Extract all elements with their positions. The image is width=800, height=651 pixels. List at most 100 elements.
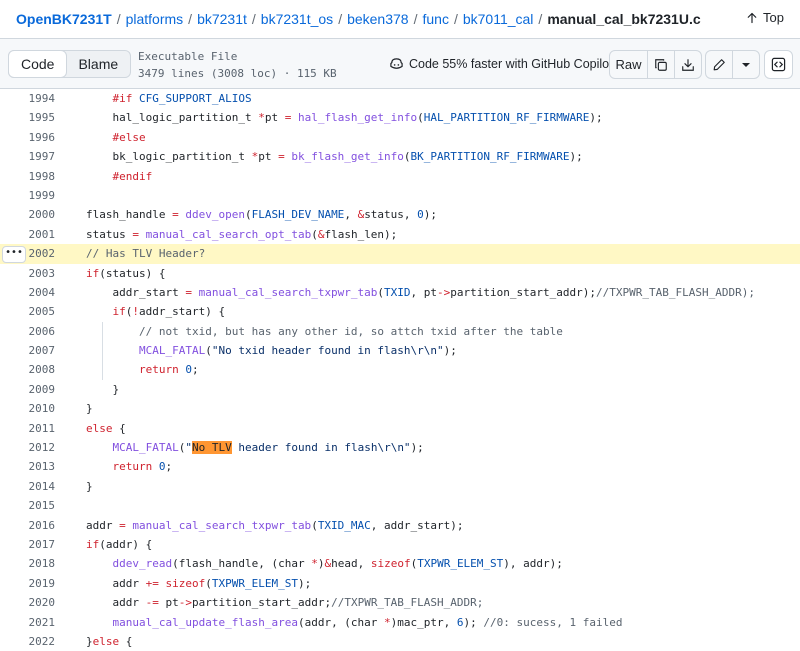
code-line[interactable]: 2006 // not txid, but has any other id, …	[0, 321, 800, 342]
code-text: MCAL_FATAL("No TLV header found in flash…	[112, 441, 424, 455]
breadcrumb-separator: /	[538, 11, 543, 27]
code-text: addr_start = manual_cal_search_txpwr_tab…	[33, 285, 755, 299]
code-text: addr = manual_cal_search_txpwr_tab(TXID_…	[33, 518, 464, 532]
code-view: 1994 #if CFG_SUPPORT_ALIOS 1995 hal_logic…	[0, 89, 800, 651]
code-line[interactable]: 2000 flash_handle = ddev_open(FLASH_DEV_…	[0, 205, 800, 224]
code-line[interactable]: 2019 addr += sizeof(TXPWR_ELEM_ST);	[0, 574, 800, 593]
code-line[interactable]: 1999	[0, 186, 800, 205]
code-line[interactable]: 2013 return 0;	[0, 457, 800, 476]
code-text: return 0;	[139, 363, 199, 377]
file-actions-group: Raw	[609, 50, 702, 79]
code-text: hal_logic_partition_t *pt = hal_flash_ge…	[33, 111, 603, 125]
breadcrumb-current-file: manual_cal_bk7231U.c	[547, 11, 701, 27]
code-text: if(status) {	[86, 266, 166, 280]
code-line[interactable]: 1995 hal_logic_partition_t *pt = hal_fla…	[0, 108, 800, 127]
file-info: Executable File 3479 lines (3008 loc) · …	[138, 48, 337, 82]
breadcrumb-separator: /	[338, 11, 343, 27]
code-line[interactable]: 2018 ddev_read(flash_handle, (char *)&he…	[0, 554, 800, 573]
breadcrumb-link-platforms[interactable]: platforms	[126, 11, 184, 27]
code-line[interactable]: 2021 manual_cal_update_flash_area(addr, …	[0, 613, 800, 632]
code-text: bk_logic_partition_t *pt = bk_flash_get_…	[33, 150, 583, 164]
code-text: return 0;	[112, 460, 173, 474]
breadcrumb-link-bk7231t-os[interactable]: bk7231t_os	[261, 11, 333, 27]
line-number[interactable]: 2015	[0, 496, 56, 515]
code-text: if(!addr_start) {	[112, 305, 226, 319]
tab-code[interactable]: Code	[8, 50, 68, 78]
file-stats: 3479 lines (3008 loc) · 115 KB	[138, 67, 337, 80]
code-text: else {	[86, 421, 126, 435]
raw-button[interactable]: Raw	[610, 51, 648, 78]
code-text: MCAL_FATAL("No txid header found in flas…	[139, 344, 457, 358]
code-line[interactable]: 1996 #else	[0, 128, 800, 147]
code-text: }	[33, 402, 93, 416]
code-text: flash_handle = ddev_open(FLASH_DEV_NAME,…	[33, 208, 438, 222]
code-line[interactable]: 1997 bk_logic_partition_t *pt = bk_flash…	[0, 147, 800, 166]
symbols-panel-button[interactable]	[764, 50, 793, 79]
code-line[interactable]: 2003 if(status) {	[0, 264, 800, 283]
code-line[interactable]: 1998 #endif	[0, 167, 800, 186]
code-line[interactable]: 2020 addr -= pt->partition_start_addr;//…	[0, 593, 800, 612]
pencil-icon	[712, 58, 726, 72]
code-text: status = manual_cal_search_opt_tab(&flas…	[33, 227, 398, 241]
code-line[interactable]: 1994 #if CFG_SUPPORT_ALIOS	[0, 89, 800, 108]
line-number[interactable]: 1999	[0, 186, 56, 205]
arrow-up-icon	[746, 12, 758, 24]
code-text: // Has TLV Header?	[86, 247, 206, 261]
copilot-promo-label: Code 55% faster with GitHub Copilot	[409, 57, 613, 71]
code-text: ddev_read(flash_handle, (char *)&head, s…	[112, 557, 563, 571]
code-text: addr += sizeof(TXPWR_ELEM_ST);	[33, 576, 312, 590]
breadcrumb-link-func[interactable]: func	[422, 11, 448, 27]
code-line[interactable]: 2001 status = manual_cal_search_opt_tab(…	[0, 225, 800, 244]
code-text: if(addr) {	[86, 537, 153, 551]
code-line[interactable]: 2014 }	[0, 477, 800, 496]
tab-blame[interactable]: Blame	[66, 51, 130, 77]
triangle-down-icon	[741, 61, 751, 69]
breadcrumb-link-beken378[interactable]: beken378	[347, 11, 409, 27]
code-text: }	[33, 479, 93, 493]
code-line[interactable]: 2017 if(addr) {	[0, 535, 800, 554]
breadcrumb-separator: /	[453, 11, 458, 27]
code-line[interactable]: 2010 }	[0, 399, 800, 418]
edit-button[interactable]	[706, 51, 733, 78]
breadcrumb-separator: /	[251, 11, 256, 27]
code-text: #if CFG_SUPPORT_ALIOS	[112, 92, 252, 105]
code-line[interactable]: 2015	[0, 496, 800, 515]
code-line[interactable]: 2022 }else {	[0, 632, 800, 651]
code-line[interactable]: 2004 addr_start = manual_cal_search_txpw…	[0, 283, 800, 302]
breadcrumb: OpenBK7231T / platforms / bk7231t / bk72…	[0, 0, 800, 38]
code-text: // not txid, but has any other id, so at…	[139, 324, 563, 338]
breadcrumb-separator: /	[188, 11, 193, 27]
kebab-horizontal-icon[interactable]: •••	[2, 246, 26, 264]
code-line[interactable]: 2012 MCAL_FATAL("No TLV header found in …	[0, 438, 800, 457]
breadcrumb-separator: /	[116, 11, 121, 27]
code-text: #else	[112, 130, 146, 144]
download-button[interactable]	[675, 51, 701, 78]
more-edit-options-button[interactable]	[733, 51, 759, 78]
view-switcher: Code Blame	[8, 50, 132, 78]
code-line[interactable]: 2008 return 0;	[0, 360, 800, 380]
breadcrumb-repo-link[interactable]: OpenBK7231T	[16, 11, 112, 27]
search-match-highlight: No TLV	[192, 441, 232, 455]
code-line[interactable]: 2016 addr = manual_cal_search_txpwr_tab(…	[0, 516, 800, 535]
code-line[interactable]: 2002 // Has TLV Header? •••	[0, 244, 800, 264]
copilot-icon	[389, 57, 404, 71]
file-toolbar: Code Blame Executable File 3479 lines (3…	[0, 38, 800, 89]
code-line[interactable]: 2007 MCAL_FATAL("No txid header found in…	[0, 341, 800, 361]
top-link[interactable]: Top	[746, 10, 784, 25]
code-text: addr -= pt->partition_start_addr;//TXPWR…	[33, 596, 484, 610]
code-line[interactable]: 2011 else {	[0, 419, 800, 438]
breadcrumb-separator: /	[413, 11, 418, 27]
copilot-promo-button[interactable]: Code 55% faster with GitHub Copilot	[389, 57, 613, 71]
copy-button[interactable]	[648, 51, 675, 78]
download-icon	[681, 58, 695, 72]
code-text: manual_cal_update_flash_area(addr, (char…	[112, 615, 623, 629]
file-type: Executable File	[138, 50, 238, 63]
code-line[interactable]: 2009 }	[0, 380, 800, 399]
breadcrumb-link-bk7231t[interactable]: bk7231t	[197, 11, 247, 27]
code-text: #endif	[112, 169, 153, 183]
breadcrumb-link-bk7011-cal[interactable]: bk7011_cal	[463, 11, 534, 27]
code-text: }	[33, 382, 120, 396]
code-square-icon	[771, 57, 786, 72]
code-text: }else {	[33, 634, 133, 648]
code-line[interactable]: 2005 if(!addr_start) {	[0, 302, 800, 321]
